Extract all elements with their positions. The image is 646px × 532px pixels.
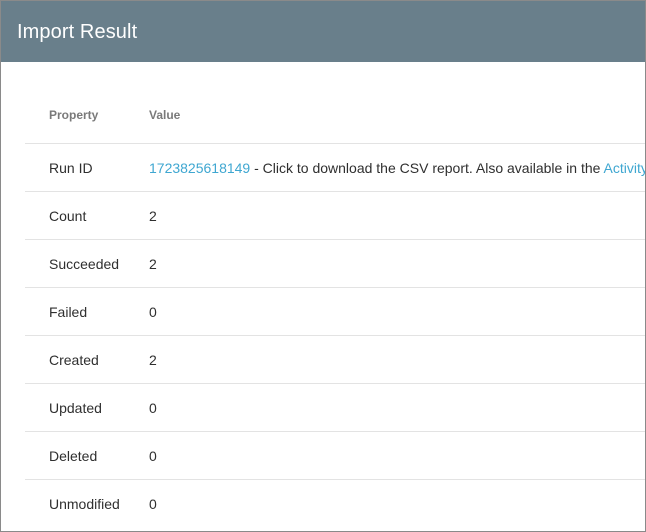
property-label: Failed (49, 303, 88, 320)
table-row-updated: Updated 0 (25, 384, 645, 432)
property-label: Deleted (49, 447, 98, 464)
table-row-unmodified: Unmodified 0 (25, 480, 645, 528)
table-row-failed: Failed 0 (25, 288, 645, 336)
table-row-created: Created 2 (25, 336, 645, 384)
run-id-download-link[interactable]: 1723825618149 (149, 160, 250, 176)
import-result-dialog: Import Result Property Value Run ID 1723… (0, 0, 646, 532)
property-value: 0 (149, 303, 157, 320)
property-label: Succeeded (49, 255, 120, 272)
property-label: Updated (49, 399, 102, 416)
table-row-succeeded: Succeeded 2 (25, 240, 645, 288)
dialog-title: Import Result (17, 20, 138, 43)
property-value: 0 (149, 399, 157, 416)
property-label: Unmodified (49, 496, 120, 512)
run-id-value: 1723825618149 - Click to download the CS… (149, 159, 645, 176)
activity-link[interactable]: Activity T (604, 160, 645, 176)
dialog-header: Import Result (1, 1, 645, 62)
property-value: 0 (149, 447, 157, 464)
property-value: 2 (149, 207, 157, 224)
property-value: 2 (149, 351, 157, 368)
property-value: 0 (149, 496, 157, 512)
table-header-row: Property Value (25, 86, 645, 144)
column-header-value: Value (149, 107, 181, 122)
column-header-property: Property (49, 107, 99, 122)
table-row-run-id: Run ID 1723825618149 - Click to download… (25, 144, 645, 192)
dialog-body: Property Value Run ID 1723825618149 - Cl… (1, 62, 645, 528)
table-row-deleted: Deleted 0 (25, 432, 645, 480)
property-label: Run ID (49, 159, 93, 176)
property-value: 2 (149, 255, 157, 272)
run-id-description: - Click to download the CSV report. Also… (250, 159, 604, 176)
table-row-count: Count 2 (25, 192, 645, 240)
result-table: Property Value Run ID 1723825618149 - Cl… (25, 86, 645, 528)
property-label: Count (49, 207, 87, 224)
property-label: Created (49, 351, 99, 368)
